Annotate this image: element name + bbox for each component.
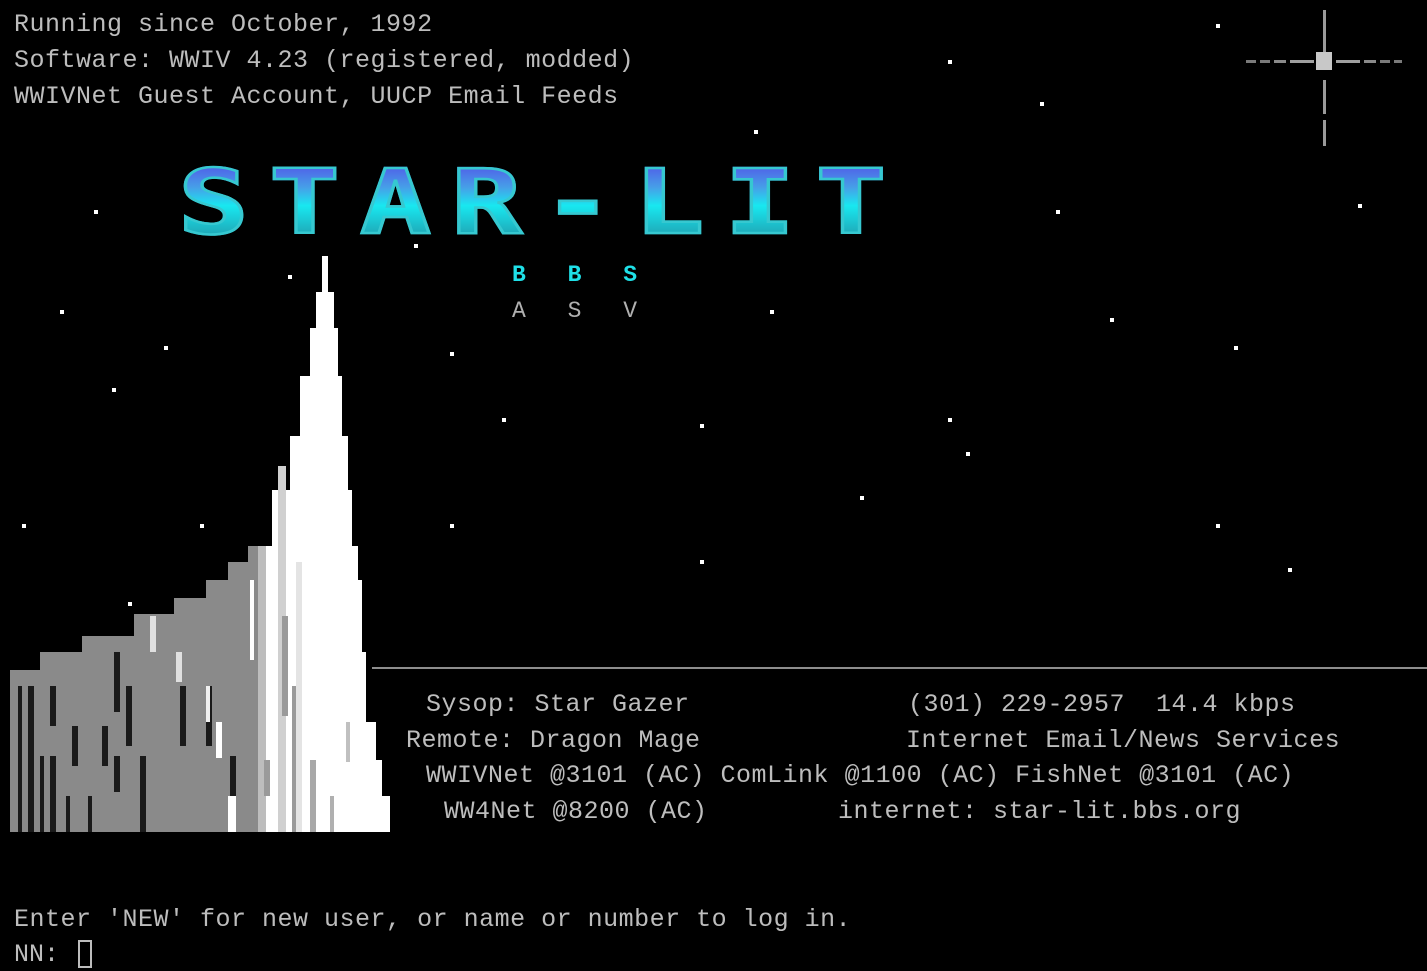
asv-subtitle: A S V [512, 298, 638, 324]
internet-address: internet: star-lit.bbs.org [838, 797, 1242, 826]
star-icon [1216, 24, 1220, 28]
bbs-subtitle: B B S [512, 262, 638, 288]
login-input[interactable] [86, 938, 286, 968]
star-icon [1040, 102, 1044, 106]
sparkle-star-icon [1246, 10, 1402, 146]
header-running-since: Running since October, 1992 [14, 10, 433, 39]
star-icon [1216, 524, 1220, 528]
header-guest-account: WWIVNet Guest Account, UUCP Email Feeds [14, 82, 619, 111]
star-icon [1056, 210, 1060, 214]
star-icon [450, 524, 454, 528]
mountain-peak-icon [10, 256, 390, 832]
star-icon [860, 496, 864, 500]
star-icon [1358, 204, 1362, 208]
divider-line [372, 667, 1427, 669]
star-lit-logo: STAR-LIT [176, 149, 907, 255]
star-icon [948, 418, 952, 422]
networks-info: WWIVNet @3101 (AC) ComLink @1100 (AC) Fi… [426, 761, 1295, 790]
star-icon [770, 310, 774, 314]
star-icon [502, 418, 506, 422]
star-icon [966, 452, 970, 456]
terminal-screen: Running since October, 1992 Software: WW… [0, 0, 1427, 971]
star-icon [700, 560, 704, 564]
star-icon [754, 130, 758, 134]
star-icon [450, 352, 454, 356]
star-icon [1234, 346, 1238, 350]
login-prompt-row: NN: [14, 940, 93, 970]
services-info: Internet Email/News Services [906, 726, 1341, 755]
login-prompt-message: Enter 'NEW' for new user, or name or num… [14, 905, 852, 934]
star-icon [94, 210, 98, 214]
phone-info: (301) 229-2957 14.4 kbps [908, 690, 1296, 719]
login-prompt-label: NN: [14, 940, 60, 969]
ww4net-info: WW4Net @8200 (AC) [444, 797, 708, 826]
star-icon [948, 60, 952, 64]
star-icon [1110, 318, 1114, 322]
star-icon [700, 424, 704, 428]
sysop-info: Sysop: Star Gazer [426, 690, 690, 719]
header-software: Software: WWIV 4.23 (registered, modded) [14, 46, 635, 75]
star-icon [1288, 568, 1292, 572]
remote-info: Remote: Dragon Mage [406, 726, 701, 755]
